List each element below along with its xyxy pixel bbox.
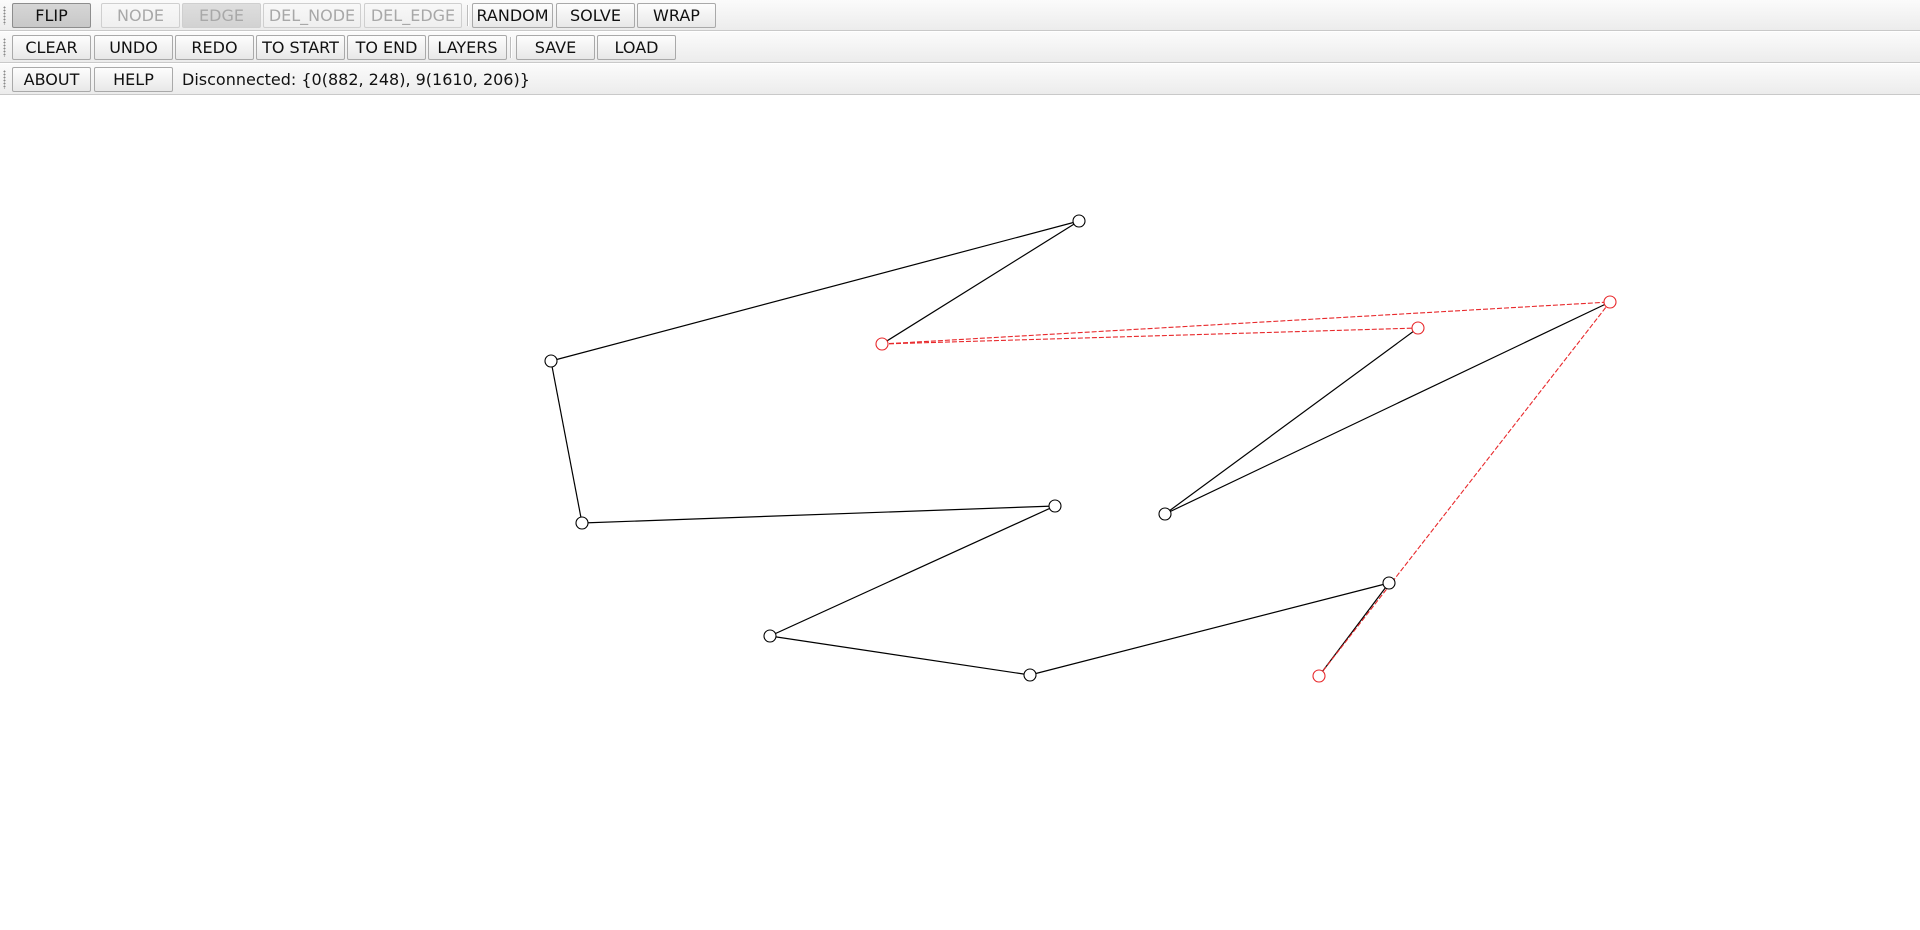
del-edge-button[interactable]: DEL_EDGE <box>364 3 462 28</box>
graph-node[interactable] <box>1048 499 1062 513</box>
graph-drawing <box>544 214 1617 683</box>
toolbar-grip[interactable] <box>3 70 6 89</box>
graph-node[interactable] <box>763 629 777 643</box>
graph-edge <box>769 635 1031 676</box>
save-button[interactable]: SAVE <box>516 35 595 60</box>
del-node-button[interactable]: DEL_NODE <box>263 3 361 28</box>
load-button[interactable]: LOAD <box>597 35 676 60</box>
highlighted-edge <box>1318 301 1611 677</box>
graph-edge <box>1164 327 1419 515</box>
solve-button[interactable]: SOLVE <box>556 3 635 28</box>
graph-edge <box>769 505 1056 637</box>
highlighted-node[interactable] <box>1312 669 1326 683</box>
layers-button[interactable]: LAYERS <box>428 35 507 60</box>
wrap-button[interactable]: WRAP <box>637 3 716 28</box>
graph-edge <box>550 220 1080 362</box>
undo-button[interactable]: UNDO <box>94 35 173 60</box>
graph-node[interactable] <box>544 354 558 368</box>
help-button[interactable]: HELP <box>94 67 173 92</box>
highlighted-edge <box>881 301 1611 345</box>
graph-node[interactable] <box>1023 668 1037 682</box>
to-end-button[interactable]: TO END <box>347 35 426 60</box>
main-toolbar: FLIP NODE EDGE DEL_NODE DEL_EDGE RANDOM … <box>0 0 1920 31</box>
about-button[interactable]: ABOUT <box>12 67 91 92</box>
highlighted-node[interactable] <box>875 337 889 351</box>
connection-status: Disconnected: {0(882, 248), 9(1610, 206)… <box>182 70 530 89</box>
graph-node[interactable] <box>1072 214 1086 228</box>
highlighted-edge <box>881 327 1419 345</box>
node-button[interactable]: NODE <box>101 3 180 28</box>
graph-node[interactable] <box>575 516 589 530</box>
graph-edge <box>1029 582 1390 676</box>
graph-node[interactable] <box>1382 576 1396 590</box>
graph-canvas[interactable] <box>0 96 1920 926</box>
clear-button[interactable]: CLEAR <box>12 35 91 60</box>
to-start-button[interactable]: TO START <box>256 35 345 60</box>
highlighted-node[interactable] <box>1411 321 1425 335</box>
random-button[interactable]: RANDOM <box>472 3 553 28</box>
graph-node[interactable] <box>1158 507 1172 521</box>
graph-edge <box>881 220 1080 345</box>
toolbar-grip[interactable] <box>3 6 6 25</box>
redo-button[interactable]: REDO <box>175 35 254 60</box>
graph-edge <box>550 360 583 524</box>
toolbar-separator <box>510 37 512 58</box>
info-toolbar: ABOUT HELP Disconnected: {0(882, 248), 9… <box>0 64 1920 95</box>
graph-edge <box>581 505 1056 524</box>
flip-button[interactable]: FLIP <box>12 3 91 28</box>
toolbar-separator <box>467 5 469 26</box>
history-toolbar: CLEAR UNDO REDO TO START TO END LAYERS S… <box>0 32 1920 63</box>
highlighted-node[interactable] <box>1603 295 1617 309</box>
toolbar-grip[interactable] <box>3 38 6 57</box>
graph-edge <box>1164 301 1611 515</box>
edge-button[interactable]: EDGE <box>182 3 261 28</box>
